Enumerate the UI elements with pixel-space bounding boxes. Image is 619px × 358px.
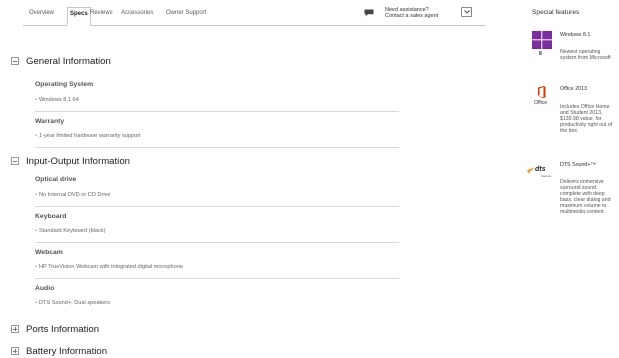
feature-desc-windows: Newest operating system from Microsoft: [560, 49, 611, 61]
office-logo-caption: Office: [534, 100, 547, 106]
section-title: Input-Output Information: [26, 156, 130, 167]
feature-name-windows: Windows 8.1: [560, 32, 591, 38]
spec-label-audio: Audio: [35, 285, 55, 292]
section-title: Battery Information: [26, 346, 108, 357]
chevron-down-icon: [464, 10, 470, 14]
office-logo-icon: [538, 86, 546, 98]
chat-bubble-icon: [364, 9, 374, 17]
section-title: General Information: [26, 56, 111, 67]
collapse-icon[interactable]: [11, 157, 19, 165]
divider: [35, 278, 399, 279]
divider: [35, 242, 399, 243]
divider: [35, 111, 399, 112]
windows-logo-caption: 8: [539, 51, 542, 57]
divider: [35, 147, 399, 148]
dts-logo-icon: [527, 168, 535, 174]
collapse-icon[interactable]: [11, 57, 19, 65]
spec-label-warranty: Warranty: [35, 118, 65, 125]
tab-specs[interactable]: Specs: [67, 7, 91, 26]
tab-owner-support[interactable]: Owner Support: [166, 10, 206, 16]
tab-overview[interactable]: Overview: [29, 10, 54, 16]
feature-desc-office: Includes Office Home and Student 2013, $…: [560, 104, 613, 134]
spec-label-webcam: Webcam: [35, 249, 63, 256]
spec-value-warranty: • 1-year limited hardware warranty suppor…: [35, 133, 141, 139]
section-title: Ports Information: [26, 324, 100, 335]
special-features-heading: Special features: [532, 9, 580, 16]
expand-icon[interactable]: [11, 325, 19, 333]
product-tab-bar: Overview Specs Reviews Accessories Owner…: [23, 7, 486, 26]
spec-value-operating-system: • Windows 8.1 64: [35, 97, 79, 103]
sales-assistance: Need assistance? Contact a sales agent: [385, 7, 438, 19]
contact-sales-agent-link[interactable]: Contact a sales agent: [385, 13, 438, 19]
spec-label-operating-system: Operating System: [35, 81, 94, 88]
feature-desc-dts: Delivers immersive surround sound comple…: [560, 179, 611, 215]
tab-reviews[interactable]: Reviews: [90, 10, 113, 16]
windows-logo-icon: [532, 31, 552, 49]
tab-accessories[interactable]: Accessories: [121, 10, 153, 16]
expand-icon[interactable]: [11, 347, 19, 355]
feature-name-office: Office 2013: [560, 86, 587, 92]
spec-value-audio: • DTS Sound+; Dual speakers: [35, 300, 111, 306]
divider: [35, 206, 399, 207]
spec-value-optical-drive: • No Internal DVD or CD Drive: [35, 192, 111, 198]
feature-name-dts: DTS Sound+™: [560, 162, 596, 168]
assistance-dropdown-button[interactable]: [461, 7, 472, 17]
dts-logo-subcaption: Sound+: [541, 174, 552, 178]
spec-label-keyboard: Keyboard: [35, 213, 67, 220]
dts-logo-caption: dts: [535, 166, 546, 173]
spec-value-keyboard: • Standard Keyboard (black): [35, 228, 106, 234]
spec-value-webcam: • HP TrueVision Webcam with integrated di…: [35, 264, 183, 270]
spec-label-optical-drive: Optical drive: [35, 176, 77, 183]
